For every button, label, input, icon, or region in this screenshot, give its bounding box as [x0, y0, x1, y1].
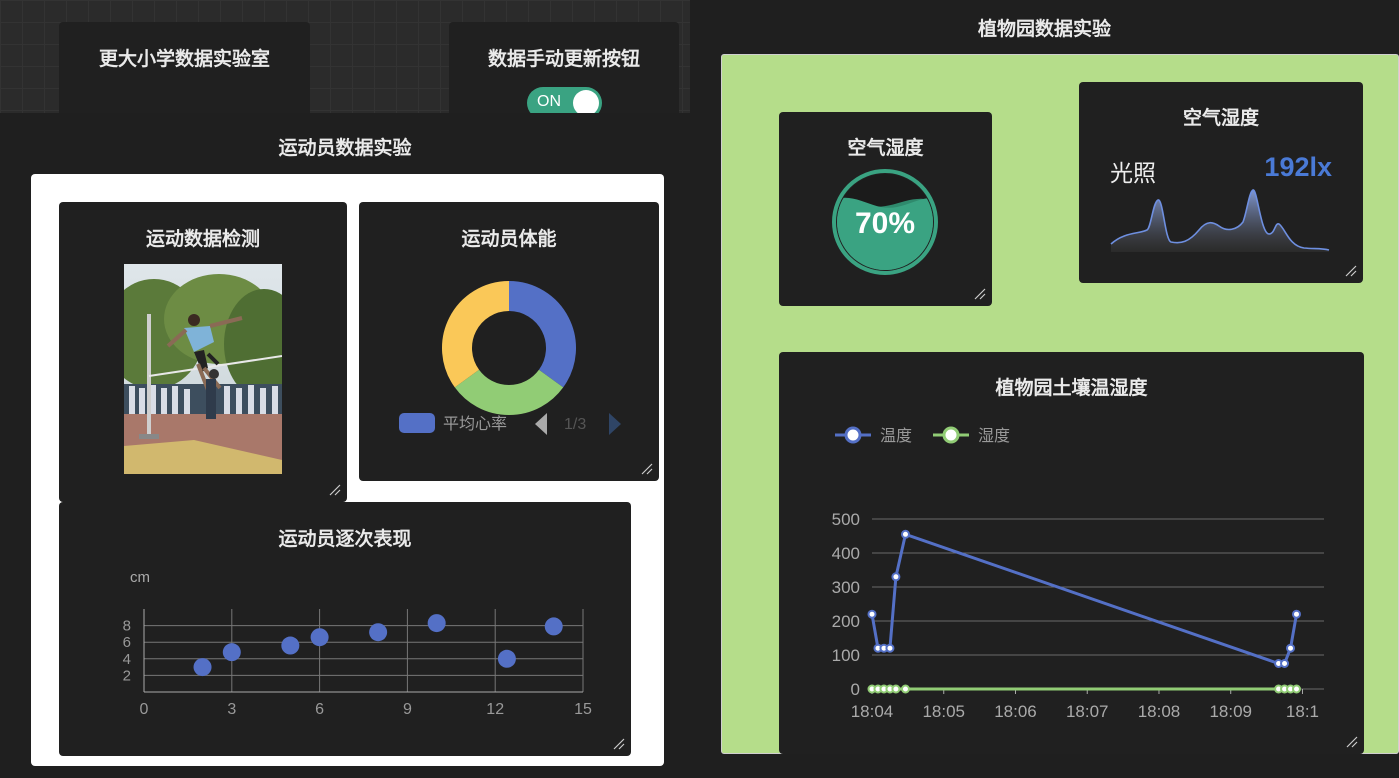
- light-sparkline: [1110, 189, 1330, 252]
- legend-temperature-label: 温度: [880, 427, 912, 445]
- page-indicator: 1/3: [564, 416, 586, 433]
- x-tick-label: 0: [140, 701, 149, 718]
- resize-handle[interactable]: [613, 738, 625, 750]
- series-point[interactable]: [867, 609, 877, 619]
- y-tick-label: 6: [123, 634, 131, 651]
- y-tick-label: 100: [832, 646, 860, 665]
- scatter-point[interactable]: [544, 617, 563, 636]
- x-tick-label: 6: [315, 701, 324, 718]
- x-tick-label: 18:04: [851, 702, 894, 721]
- scatter-point[interactable]: [427, 614, 446, 633]
- detection-card[interactable]: 运动数据检测: [59, 202, 347, 502]
- performance-card[interactable]: 运动员逐次表现 cm 2 4 6 8 0 3 6 9 12 15: [59, 502, 631, 756]
- x-tick-label: 18:07: [1066, 702, 1109, 721]
- legend-humidity[interactable]: 湿度: [933, 426, 1010, 445]
- scatter-point[interactable]: [310, 628, 329, 647]
- series-point[interactable]: [1286, 643, 1296, 653]
- scatter-point[interactable]: [369, 623, 388, 642]
- series-line: [870, 532, 1298, 665]
- series-point[interactable]: [891, 684, 901, 694]
- x-tick-label: 18:08: [1138, 702, 1181, 721]
- series-point[interactable]: [1280, 659, 1290, 668]
- scatter-point[interactable]: [193, 658, 212, 677]
- x-tick-label: 18:09: [1209, 702, 1252, 721]
- light-card-title: 空气湿度: [1182, 107, 1259, 129]
- legend-temperature[interactable]: 温度: [835, 426, 912, 445]
- x-tick-label: 18:1: [1286, 702, 1319, 721]
- series-point[interactable]: [1291, 684, 1301, 694]
- y-tick-label: 2: [123, 667, 131, 684]
- y-tick-label: 0: [851, 680, 860, 699]
- series-point[interactable]: [1291, 609, 1301, 619]
- toggle-label: ON: [537, 93, 561, 110]
- resize-handle[interactable]: [641, 463, 653, 475]
- resize-handle[interactable]: [1345, 265, 1357, 277]
- performance-scatter-chart: cm 24680 3 6 9 12 15: [123, 569, 592, 718]
- x-tick-label: 18:05: [922, 702, 965, 721]
- school-lab-title: 更大小学数据实验室: [98, 48, 270, 70]
- humidity-liquid-gauge: 70%: [832, 169, 938, 275]
- series-point[interactable]: [900, 529, 910, 539]
- legend-swatch: [399, 413, 435, 433]
- series-point[interactable]: [891, 572, 901, 582]
- scatter-point[interactable]: [281, 636, 300, 655]
- next-page-icon[interactable]: [609, 413, 621, 435]
- y-tick-label: 500: [832, 510, 860, 529]
- soil-line-chart: 温度 湿度 0 100 200 300 400 500 18:04 18:05 18:06 18:…: [832, 426, 1324, 721]
- fitness-donut-chart: 平均心率 1/3: [399, 281, 621, 435]
- humidity-value: 70%: [855, 207, 915, 240]
- detection-card-title: 运动数据检测: [145, 228, 260, 250]
- donut-group: [442, 281, 576, 415]
- series-point[interactable]: [900, 684, 910, 694]
- y-tick-label: 400: [832, 544, 860, 563]
- donut-slice[interactable]: [454, 369, 564, 415]
- fitness-card[interactable]: 运动员体能 平均心率 1/3: [359, 202, 659, 481]
- legend-label[interactable]: 平均心率: [443, 415, 507, 433]
- series-point[interactable]: [885, 643, 895, 653]
- y-tick-label: 200: [832, 612, 860, 631]
- y-tick-label: 8: [123, 618, 131, 635]
- y-tick-label: 4: [123, 651, 131, 668]
- x-tick-label: 18:06: [994, 702, 1037, 721]
- athlete-panel-title: 运动员数据实验: [278, 137, 412, 159]
- scatter-point[interactable]: [222, 643, 241, 662]
- school-lab-card[interactable]: 更大小学数据实验室: [59, 22, 310, 120]
- prev-page-icon[interactable]: [535, 413, 547, 435]
- donut-slice[interactable]: [442, 281, 510, 388]
- resize-handle[interactable]: [1346, 736, 1358, 748]
- x-tick-label: 15: [574, 701, 592, 718]
- y-unit-label: cm: [130, 569, 150, 586]
- resize-handle[interactable]: [329, 484, 341, 496]
- soil-card[interactable]: 植物园土壤温湿度 温度 湿度 0 100 200 300 400 500 18:04 18:0…: [779, 352, 1364, 754]
- garden-panel-title: 植物园数据实验: [977, 18, 1111, 40]
- light-card[interactable]: 空气湿度 光照 192lx: [1079, 82, 1363, 283]
- x-tick-label: 9: [403, 701, 412, 718]
- legend-humidity-label: 湿度: [978, 427, 1010, 445]
- high-jump-photo: [124, 264, 282, 474]
- light-value: 192lx: [1264, 152, 1332, 182]
- resize-handle[interactable]: [974, 288, 986, 300]
- x-tick-label: 3: [227, 701, 236, 718]
- donut-slice[interactable]: [508, 281, 576, 388]
- x-tick-label: 12: [486, 701, 504, 718]
- manual-update-title: 数据手动更新按钮: [487, 48, 640, 70]
- humidity-gauge-card[interactable]: 空气湿度 70%: [779, 112, 992, 306]
- y-tick-label: 300: [832, 578, 860, 597]
- scatter-point[interactable]: [497, 649, 516, 668]
